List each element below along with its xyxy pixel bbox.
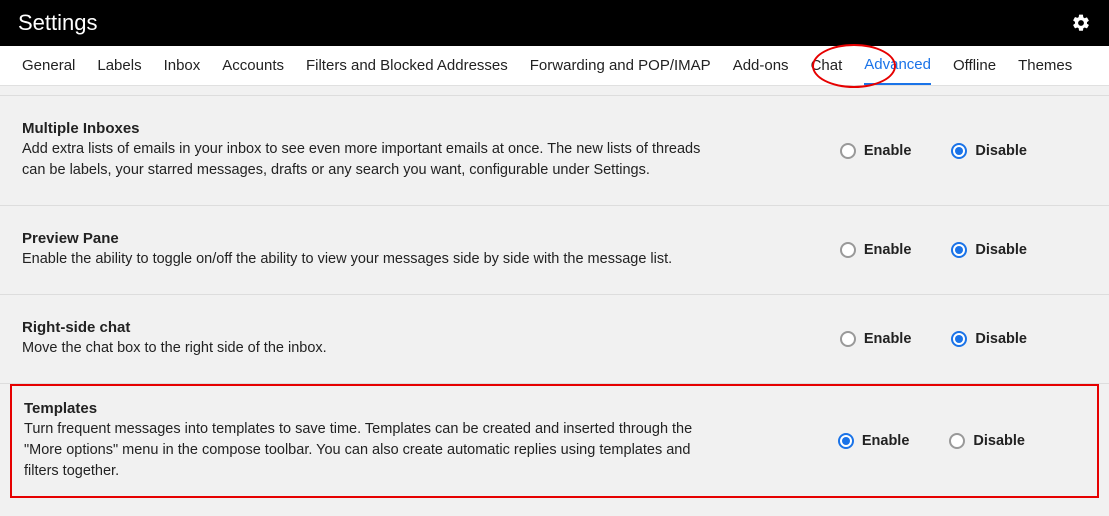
section-controls: Enable Disable [838, 433, 1085, 449]
tab-general[interactable]: General [22, 47, 75, 84]
radio-label: Enable [864, 143, 912, 159]
tab-addons[interactable]: Add-ons [733, 47, 789, 84]
radio-label: Disable [975, 242, 1027, 258]
tab-advanced[interactable]: Advanced [864, 46, 931, 85]
disable-radio[interactable]: Disable [949, 433, 1025, 449]
disable-radio[interactable]: Disable [951, 143, 1027, 159]
enable-radio[interactable]: Enable [840, 143, 912, 159]
section-desc: Add extra lists of emails in your inbox … [22, 139, 712, 181]
radio-icon [840, 143, 856, 159]
tab-inbox[interactable]: Inbox [164, 47, 201, 84]
radio-icon [951, 242, 967, 258]
section-text: Right-side chat Move the chat box to the… [22, 319, 742, 359]
radio-label: Enable [864, 242, 912, 258]
settings-content: Multiple Inboxes Add extra lists of emai… [0, 86, 1109, 498]
radio-icon [838, 433, 854, 449]
section-title: Right-side chat [22, 319, 712, 336]
radio-icon [951, 331, 967, 347]
section-title: Multiple Inboxes [22, 120, 712, 137]
section-multiple-inboxes: Multiple Inboxes Add extra lists of emai… [0, 96, 1109, 206]
section-desc: Move the chat box to the right side of t… [22, 338, 712, 359]
tab-offline[interactable]: Offline [953, 47, 996, 84]
tab-filters[interactable]: Filters and Blocked Addresses [306, 47, 508, 84]
section-controls: Enable Disable [840, 331, 1087, 347]
radio-icon [951, 143, 967, 159]
radio-icon [840, 331, 856, 347]
tab-themes[interactable]: Themes [1018, 47, 1072, 84]
page-title: Settings [18, 10, 98, 36]
header-bar: Settings [0, 0, 1109, 46]
tab-forwarding[interactable]: Forwarding and POP/IMAP [530, 47, 711, 84]
disable-radio[interactable]: Disable [951, 331, 1027, 347]
section-title: Preview Pane [22, 230, 712, 247]
enable-radio[interactable]: Enable [840, 331, 912, 347]
radio-label: Enable [862, 433, 910, 449]
radio-icon [949, 433, 965, 449]
section-templates: Templates Turn frequent messages into te… [12, 386, 1097, 496]
tab-chat[interactable]: Chat [811, 47, 843, 84]
radio-label: Disable [975, 331, 1027, 347]
section-title: Templates [24, 400, 694, 417]
section-desc: Enable the ability to toggle on/off the … [22, 249, 712, 270]
section-controls: Enable Disable [840, 242, 1087, 258]
section-controls: Enable Disable [840, 143, 1087, 159]
annotation-highlight-box: Templates Turn frequent messages into te… [10, 384, 1099, 498]
radio-label: Disable [973, 433, 1025, 449]
section-preview-pane: Preview Pane Enable the ability to toggl… [0, 206, 1109, 295]
section-text: Templates Turn frequent messages into te… [24, 400, 724, 482]
gear-icon[interactable] [1071, 13, 1091, 33]
section-text: Preview Pane Enable the ability to toggl… [22, 230, 742, 270]
tab-labels[interactable]: Labels [97, 47, 141, 84]
enable-radio[interactable]: Enable [838, 433, 910, 449]
enable-radio[interactable]: Enable [840, 242, 912, 258]
section-right-side-chat: Right-side chat Move the chat box to the… [0, 295, 1109, 384]
radio-label: Disable [975, 143, 1027, 159]
divider [0, 86, 1109, 96]
section-desc: Turn frequent messages into templates to… [24, 419, 694, 482]
radio-icon [840, 242, 856, 258]
section-text: Multiple Inboxes Add extra lists of emai… [22, 120, 742, 181]
disable-radio[interactable]: Disable [951, 242, 1027, 258]
tab-accounts[interactable]: Accounts [222, 47, 284, 84]
settings-tabs: General Labels Inbox Accounts Filters an… [0, 46, 1109, 86]
radio-label: Enable [864, 331, 912, 347]
